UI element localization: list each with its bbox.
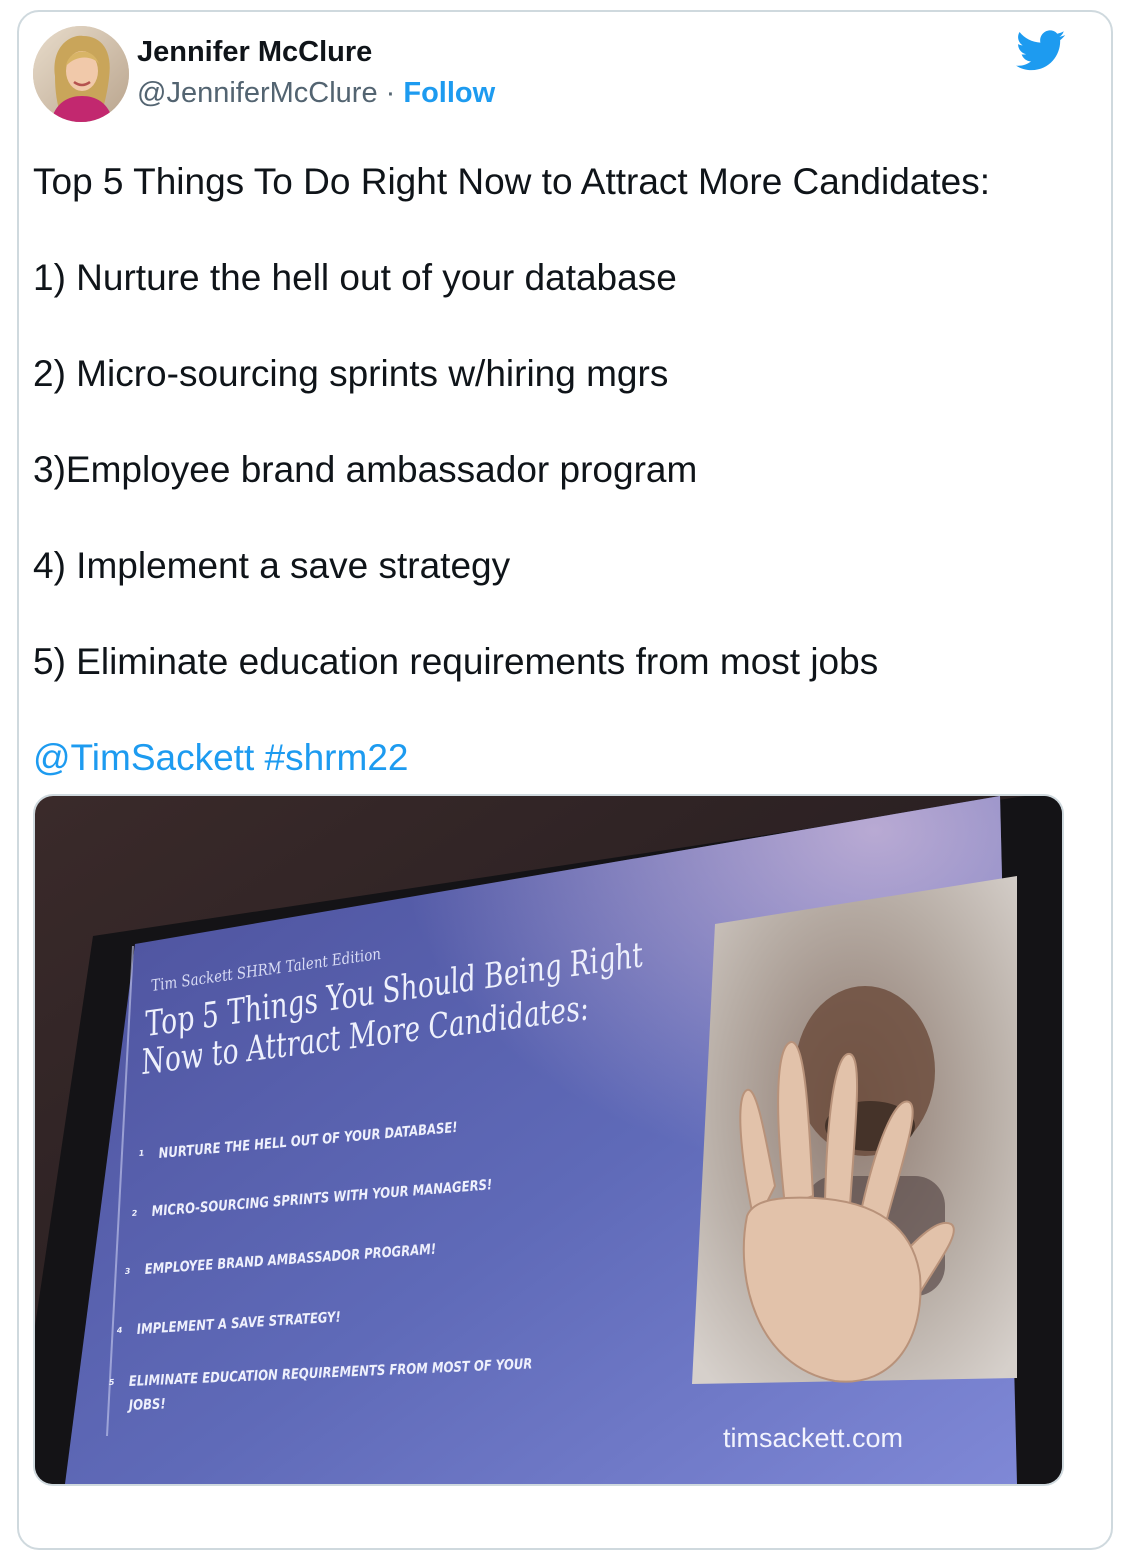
slide-photo: [692, 876, 1017, 1384]
follow-button[interactable]: Follow: [403, 77, 495, 109]
tweet-photo[interactable]: Tim Sackett SHRM Talent Edition Top 5 Th…: [33, 794, 1064, 1486]
mention-link[interactable]: @TimSackett: [33, 737, 254, 778]
slide-footer: timsackett.com: [723, 1423, 903, 1453]
slide-bullet-4-num: 4: [116, 1326, 124, 1335]
tweet-item-1: 1) Nurture the hell out of your database: [33, 257, 677, 298]
tweet-item-5: 5) Eliminate education requirements from…: [33, 641, 879, 682]
tweet-item-4: 4) Implement a save strategy: [33, 545, 511, 586]
slide-bullet-3-num: 3: [125, 1267, 132, 1276]
slide-bullet-5-num: 5: [109, 1378, 115, 1387]
hashtag-link[interactable]: #shrm22: [265, 737, 409, 778]
tweet-tags: @TimSackett #shrm22: [33, 734, 1073, 782]
author-name[interactable]: Jennifer McClure: [137, 36, 372, 69]
author-handle-row: @JenniferMcClure · Follow: [137, 77, 495, 110]
twitter-bird-icon[interactable]: [1016, 30, 1066, 72]
author-handle[interactable]: @JenniferMcClure: [137, 77, 378, 109]
separator-dot: ·: [385, 77, 396, 109]
slide-bullet-5-cont: JOBS!: [126, 1396, 166, 1414]
tweet-text: Top 5 Things To Do Right Now to Attract …: [33, 158, 1073, 782]
tweet-item-3: 3)Employee brand ambassador program: [33, 449, 698, 490]
tweet-headline: Top 5 Things To Do Right Now to Attract …: [33, 161, 991, 202]
avatar[interactable]: [33, 26, 129, 122]
tweet-item-2: 2) Micro-sourcing sprints w/hiring mgrs: [33, 353, 669, 394]
slide-bullet-1-num: 1: [138, 1149, 144, 1158]
